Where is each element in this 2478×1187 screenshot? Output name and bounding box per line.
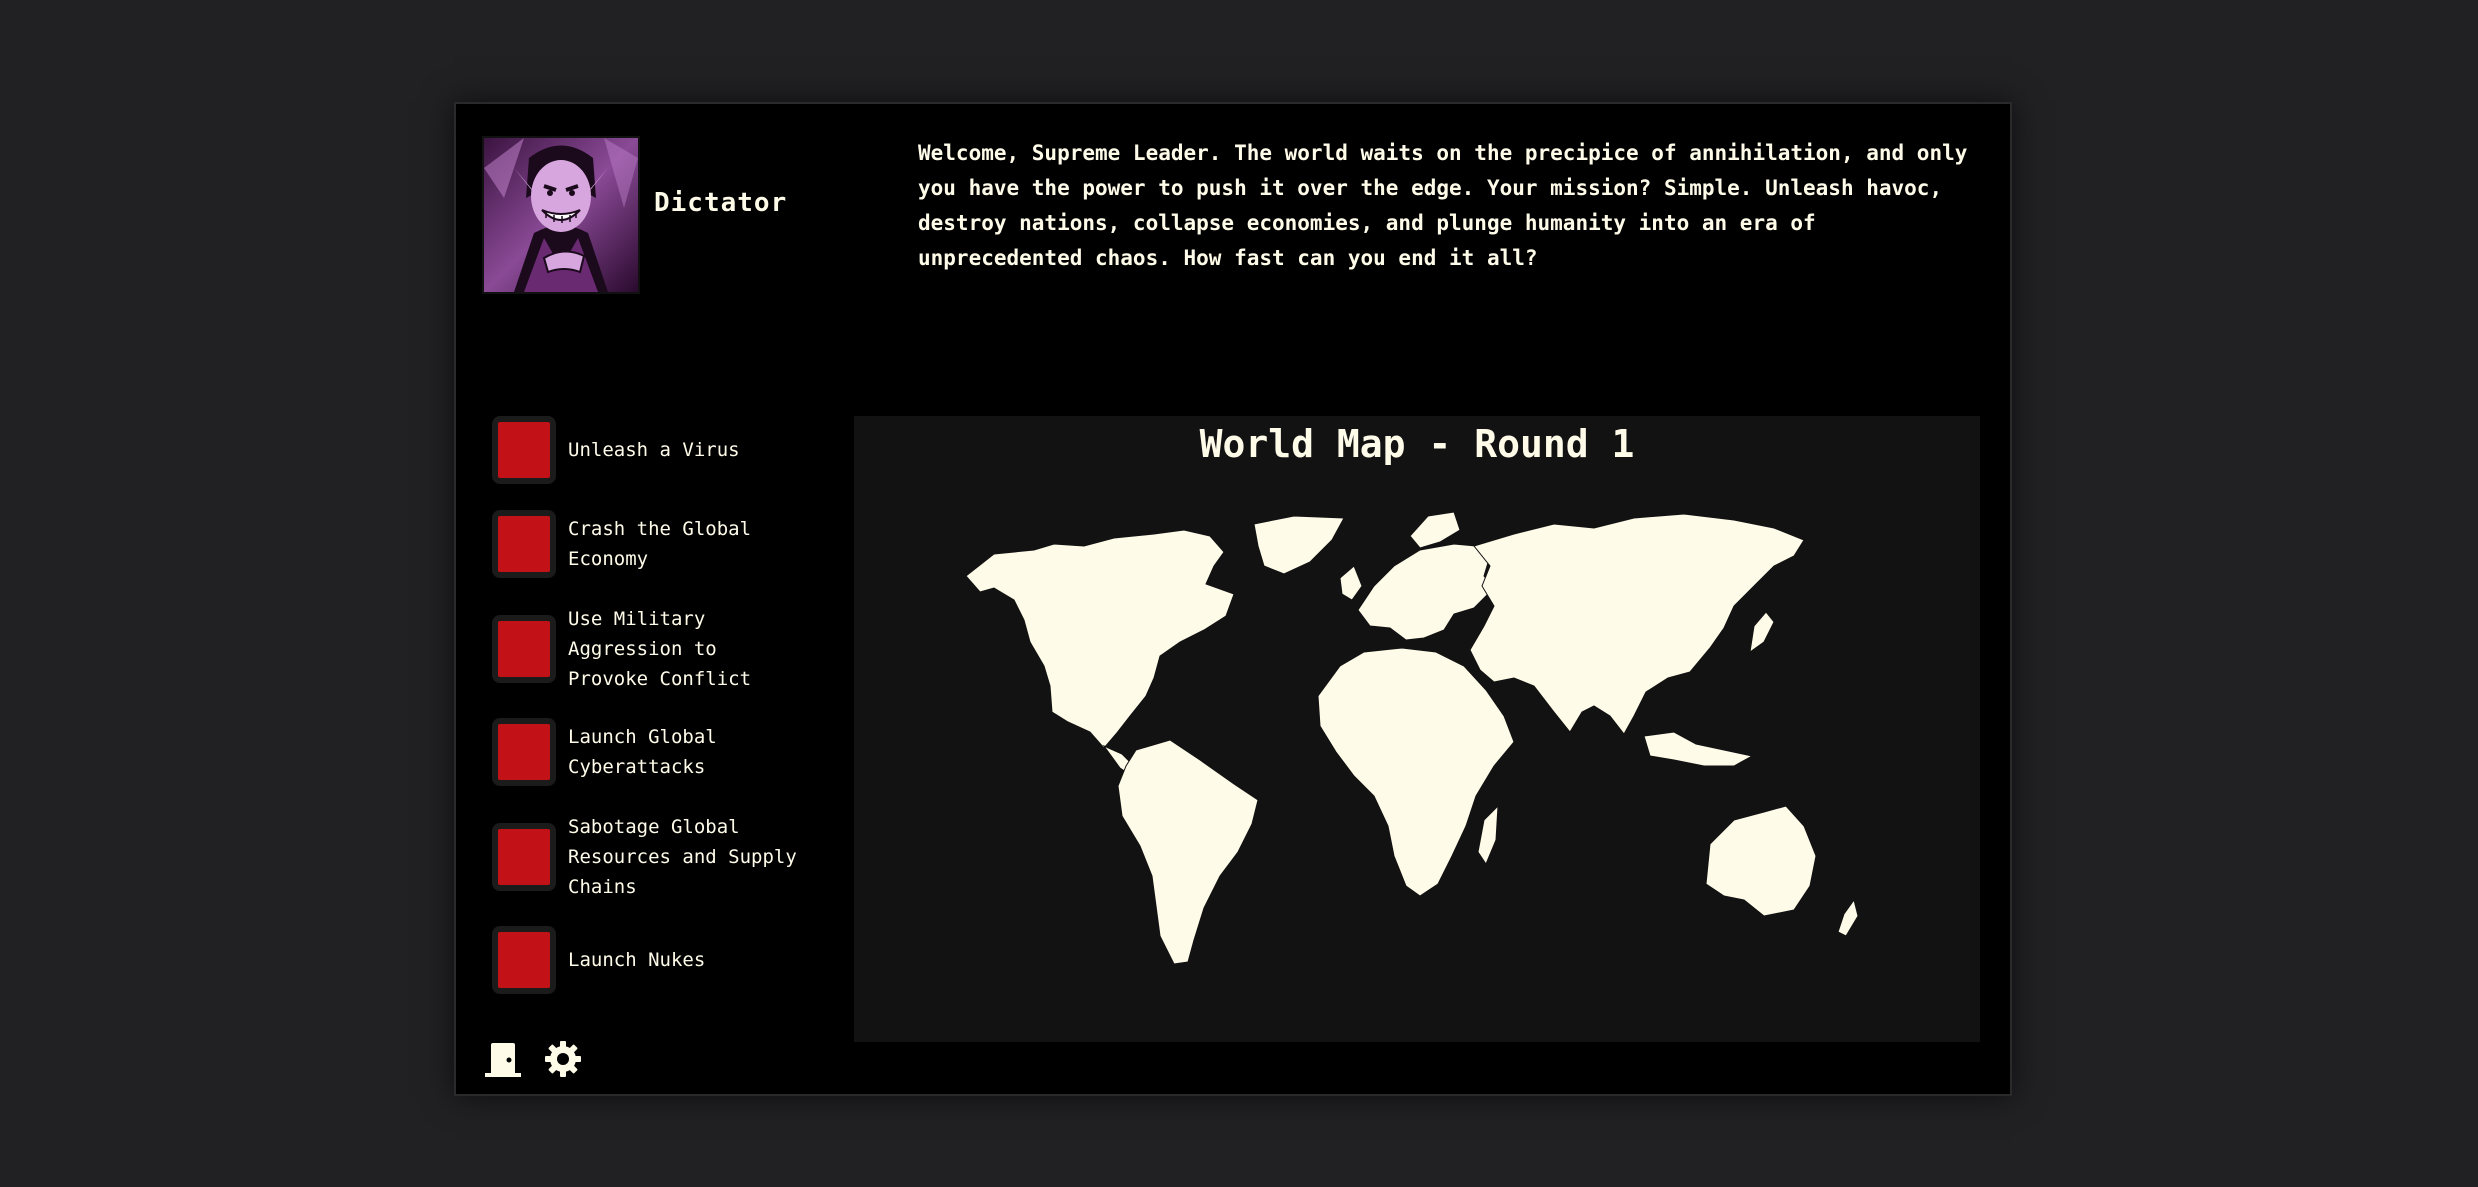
north-america [965, 529, 1235, 749]
action-button[interactable] [492, 718, 556, 786]
europe [1357, 543, 1495, 641]
asia [1469, 513, 1805, 735]
scandinavia [1409, 511, 1461, 549]
action-button[interactable] [492, 926, 556, 994]
action-label: Use Military Aggression to Provoke Confl… [568, 608, 752, 690]
intro-text: Welcome, Supreme Leader. The world waits… [918, 141, 1968, 270]
villain-portrait-icon [484, 138, 638, 292]
action-crash-economy[interactable]: Crash the Global Economy [492, 510, 808, 578]
door-icon[interactable] [482, 1038, 524, 1080]
new-zealand [1837, 898, 1859, 937]
dictator-portrait [482, 136, 640, 294]
action-military-aggression[interactable]: Use Military Aggression to Provoke Confl… [492, 604, 808, 694]
world-map-panel: World Map - Round 1 [854, 416, 1980, 1042]
action-button[interactable] [492, 823, 556, 891]
southeast-asia-islands [1643, 731, 1754, 767]
action-label: Launch Nukes [568, 949, 706, 971]
game-window: Dictator Welcome, Supreme Leader. The wo… [454, 102, 2012, 1096]
action-label: Crash the Global Economy [568, 518, 752, 570]
gear-icon[interactable] [542, 1038, 584, 1080]
action-cyberattacks[interactable]: Launch Global Cyberattacks [492, 718, 808, 786]
action-unleash-virus[interactable]: Unleash a Virus [492, 416, 808, 484]
player-name: Dictator [654, 188, 788, 218]
action-button[interactable] [492, 615, 556, 683]
greenland [1253, 515, 1345, 575]
south-america [1117, 739, 1259, 965]
action-label: Unleash a Virus [568, 439, 740, 461]
world-map[interactable] [854, 416, 1980, 1042]
action-label: Sabotage Global Resources and Supply Cha… [568, 816, 797, 898]
action-button[interactable] [492, 510, 556, 578]
bottom-toolbar [482, 1038, 584, 1080]
action-sabotage-resources[interactable]: Sabotage Global Resources and Supply Cha… [492, 812, 808, 902]
action-label: Launch Global Cyberattacks [568, 726, 717, 778]
madagascar [1477, 804, 1499, 866]
action-button[interactable] [492, 416, 556, 484]
australia [1705, 805, 1817, 917]
map-title: World Map - Round 1 [1199, 422, 1635, 466]
action-launch-nukes[interactable]: Launch Nukes [492, 926, 808, 994]
uk [1339, 565, 1363, 601]
japan [1749, 611, 1775, 654]
